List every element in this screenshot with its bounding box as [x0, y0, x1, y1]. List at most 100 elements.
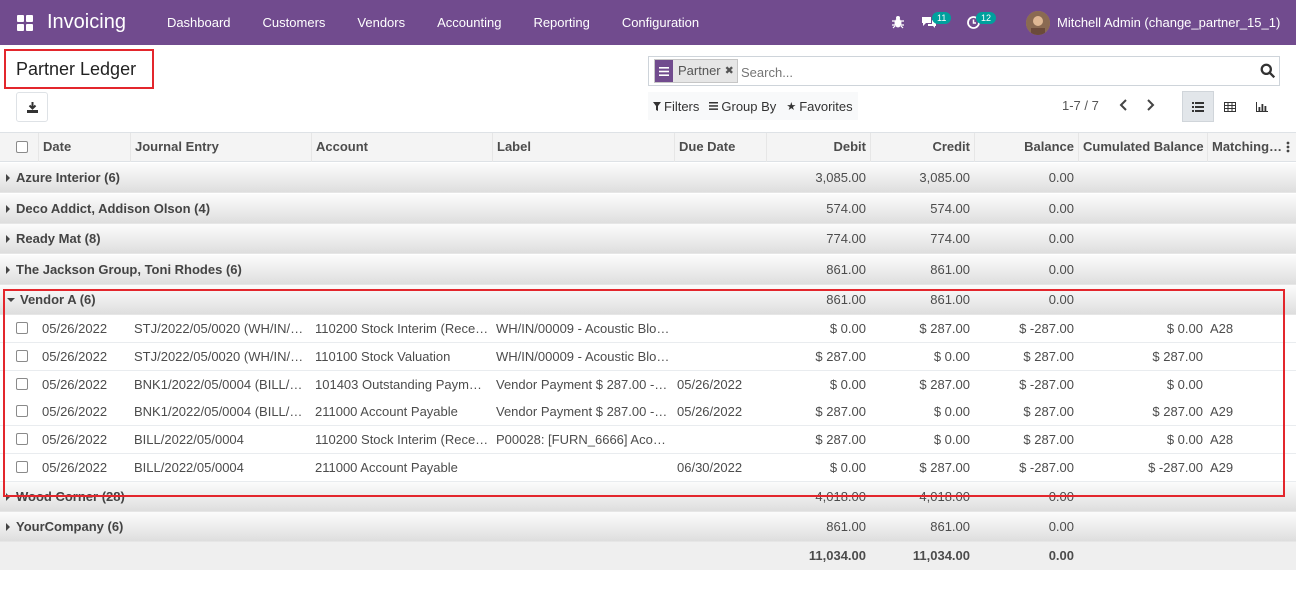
cell-debit: $ 287.00: [815, 349, 866, 364]
cell-cumulated-balance: $ -287.00: [1148, 460, 1203, 475]
cell-date: 05/26/2022: [42, 432, 108, 447]
table-row[interactable]: 05/26/2022 BNK1/2022/05/0004 (BILL/… 101…: [0, 371, 1296, 399]
menu-dashboard[interactable]: Dashboard: [151, 0, 247, 45]
row-checkbox[interactable]: [16, 426, 30, 454]
cell-label: WH/IN/00009 - Acoustic Blo…: [496, 349, 670, 364]
group-debit: 861.00: [826, 519, 866, 534]
group-balance: 0.00: [1048, 262, 1074, 277]
caret-right-icon: [6, 266, 10, 274]
menu-customers[interactable]: Customers: [247, 0, 342, 45]
column-date[interactable]: Date: [38, 133, 130, 162]
group-row[interactable]: YourCompany (6) 861.00 861.00 0.00: [0, 512, 1296, 542]
table-row[interactable]: 05/26/2022 BILL/2022/05/0004 110200 Stoc…: [0, 426, 1296, 454]
row-checkbox[interactable]: [16, 454, 30, 482]
menu-vendors[interactable]: Vendors: [341, 0, 421, 45]
column-due-date[interactable]: Due Date: [674, 133, 766, 162]
pager-value[interactable]: 1-7 / 7: [1062, 98, 1099, 113]
select-all-checkbox[interactable]: [16, 141, 28, 153]
cell-matching: A29: [1210, 404, 1234, 419]
menu-configuration[interactable]: Configuration: [606, 0, 715, 45]
group-row[interactable]: Deco Addict, Addison Olson (4) 574.00 57…: [0, 194, 1296, 224]
cell-balance: $ 287.00: [1023, 349, 1074, 364]
cell-cumulated-balance: $ 0.00: [1166, 432, 1203, 447]
group-row[interactable]: Azure Interior (6) 3,085.00 3,085.00 0.0…: [0, 163, 1296, 193]
group-credit: 861.00: [930, 292, 970, 307]
table-row[interactable]: 05/26/2022 BILL/2022/05/0004 211000 Acco…: [0, 454, 1296, 482]
table-row[interactable]: 05/26/2022 STJ/2022/05/0020 (WH/IN/… 110…: [0, 343, 1296, 371]
row-checkbox[interactable]: [16, 398, 30, 426]
list-view-icon: [1192, 101, 1204, 112]
group-balance: 0.00: [1048, 170, 1074, 185]
search-facet-partner: Partner ✖: [654, 59, 738, 83]
cell-account: 110200 Stock Interim (Rece…: [315, 321, 489, 336]
bug-icon[interactable]: [891, 15, 905, 29]
app-name[interactable]: Invoicing: [47, 11, 126, 34]
cell-balance: $ -287.00: [1019, 377, 1074, 392]
group-row[interactable]: Wood Corner (28) 4,018.00 4,018.00 0.00: [0, 482, 1296, 512]
page-title: Partner Ledger: [16, 59, 137, 79]
graph-view-button[interactable]: [1246, 91, 1278, 122]
caret-right-icon: [6, 205, 10, 213]
favorites-label: Favorites: [799, 98, 853, 114]
favorites-button[interactable]: ★ Favorites: [781, 92, 857, 120]
column-matching[interactable]: Matching…: [1207, 133, 1283, 162]
column-account[interactable]: Account: [311, 133, 492, 162]
cell-balance: $ 287.00: [1023, 432, 1074, 447]
cell-journal-entry: STJ/2022/05/0020 (WH/IN/…: [134, 321, 304, 336]
row-checkbox[interactable]: [16, 343, 30, 371]
column-journal-entry[interactable]: Journal Entry: [130, 133, 311, 162]
apps-menu-icon[interactable]: [17, 14, 33, 31]
list-view-button[interactable]: [1182, 91, 1214, 122]
facet-label: Partner: [678, 63, 721, 78]
graph-view-icon: [1256, 101, 1268, 112]
cell-debit: $ 287.00: [815, 432, 866, 447]
pivot-view-button[interactable]: [1214, 91, 1246, 122]
group-balance: 0.00: [1048, 292, 1074, 307]
search-icon[interactable]: [1260, 63, 1276, 79]
column-cumulated-balance[interactable]: Cumulated Balance: [1078, 133, 1207, 162]
column-options-icon[interactable]: [1283, 133, 1296, 162]
user-avatar[interactable]: [1026, 11, 1050, 35]
filters-button[interactable]: Filters: [648, 92, 704, 120]
cell-matching: A28: [1210, 432, 1234, 447]
user-menu[interactable]: Mitchell Admin (change_partner_15_1): [1057, 15, 1280, 30]
menu-reporting[interactable]: Reporting: [517, 0, 605, 45]
pager-next-icon[interactable]: [1146, 98, 1156, 115]
search-input[interactable]: [741, 62, 1241, 82]
column-debit[interactable]: Debit: [766, 133, 870, 162]
cell-cumulated-balance: $ 287.00: [1152, 404, 1203, 419]
download-button[interactable]: [16, 92, 48, 122]
cell-account: 110100 Stock Valuation: [315, 349, 451, 364]
column-balance[interactable]: Balance: [974, 133, 1078, 162]
cell-cumulated-balance: $ 287.00: [1152, 349, 1203, 364]
cell-credit: $ 287.00: [919, 460, 970, 475]
pager-previous-icon[interactable]: [1118, 98, 1128, 115]
group-credit: 574.00: [930, 201, 970, 216]
group-row[interactable]: Ready Mat (8) 774.00 774.00 0.00: [0, 224, 1296, 254]
cell-credit: $ 0.00: [933, 349, 970, 364]
group-debit: 861.00: [826, 292, 866, 307]
row-checkbox[interactable]: [16, 371, 30, 399]
view-switcher: [1182, 91, 1278, 122]
group-by-button[interactable]: Group By: [704, 92, 781, 120]
row-checkbox[interactable]: [16, 315, 30, 343]
cell-date: 05/26/2022: [42, 377, 108, 392]
group-row-open[interactable]: Vendor A (6) 861.00 861.00 0.00: [0, 285, 1296, 315]
column-credit[interactable]: Credit: [870, 133, 974, 162]
column-label[interactable]: Label: [492, 133, 674, 162]
group-by-icon: [655, 60, 673, 82]
menu-accounting[interactable]: Accounting: [421, 0, 517, 45]
group-row[interactable]: The Jackson Group, Toni Rhodes (6) 861.0…: [0, 255, 1296, 285]
cell-account: 101403 Outstanding Paym…: [315, 377, 482, 392]
group-balance: 0.00: [1048, 519, 1074, 534]
facet-remove-icon[interactable]: ✖: [725, 60, 737, 82]
activity-badge: 12: [976, 12, 997, 24]
table-row[interactable]: 05/26/2022 STJ/2022/05/0020 (WH/IN/… 110…: [0, 315, 1296, 343]
group-credit: 861.00: [930, 262, 970, 277]
table-row[interactable]: 05/26/2022 BNK1/2022/05/0004 (BILL/… 211…: [0, 398, 1296, 426]
cell-label: Vendor Payment $ 287.00 -…: [496, 377, 668, 392]
cell-cumulated-balance: $ 0.00: [1166, 377, 1203, 392]
cell-balance: $ -287.00: [1019, 460, 1074, 475]
select-all-checkbox-cell[interactable]: [0, 133, 38, 162]
total-balance: 0.00: [1048, 548, 1074, 563]
